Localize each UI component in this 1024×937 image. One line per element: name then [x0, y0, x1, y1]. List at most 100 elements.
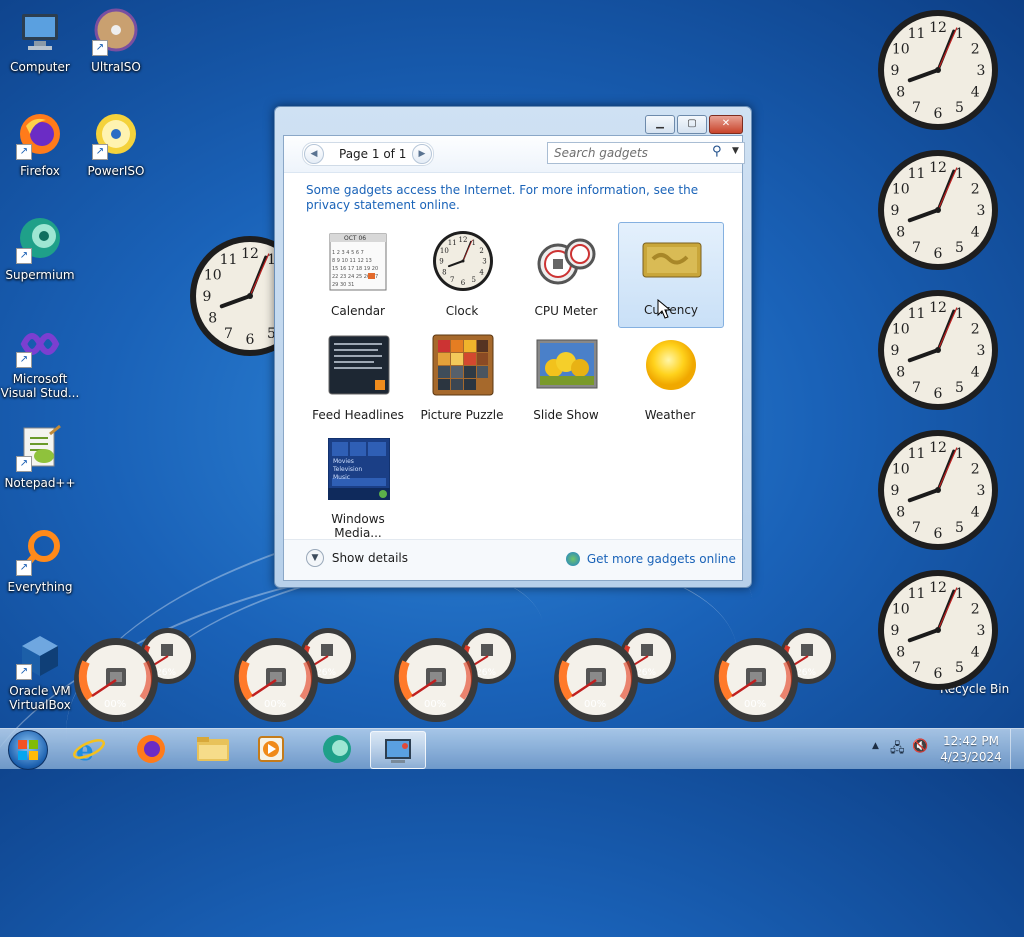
clock-date[interactable]: 4/23/2024: [940, 750, 1002, 764]
show-hidden-icons-button[interactable]: ▲: [872, 741, 879, 751]
gadget-tile-clock[interactable]: 1 2 3 4 5 6 7 8 9 10 11 12 Clock: [410, 224, 514, 328]
clock-numeral: 8: [896, 505, 905, 521]
windows-logo-icon: [18, 740, 38, 760]
clock-numeral: 6: [461, 279, 466, 287]
gadget-tile-windows-media-center[interactable]: Movies Television Music Windows Media...: [306, 432, 410, 540]
clock-numeral: 12: [929, 160, 947, 176]
cpu-meter-gadget[interactable]: 26% 00%: [392, 626, 522, 722]
cpu-meter-gadget[interactable]: 26% 00%: [552, 626, 682, 722]
clock-numeral: 7: [912, 240, 921, 256]
desktop-icon-visual-studio[interactable]: ↗ Microsoft Visual Stud...: [0, 320, 80, 400]
clock-numeral: 6: [934, 666, 943, 682]
clock-numeral: 7: [912, 100, 921, 116]
cpu-meter-gadget[interactable]: 26% 00%: [712, 626, 842, 722]
cpu-meter-gadget[interactable]: 26% 00%: [232, 626, 362, 722]
clock-numeral: 2: [971, 322, 980, 338]
search-dropdown-icon[interactable]: ▼: [732, 146, 739, 156]
get-more-gadgets-link[interactable]: Get more gadgets online: [566, 551, 736, 566]
cpu-usage-label: 00%: [744, 699, 766, 710]
clock-numeral: 6: [246, 332, 255, 348]
taskbar-firefox[interactable]: [124, 731, 178, 767]
desktop-icon-computer[interactable]: Computer: [2, 8, 78, 74]
desktop-icon-virtualbox[interactable]: ↗ Oracle VM VirtualBox: [0, 632, 80, 712]
cpu-meter-dials: 26% 00%: [234, 628, 356, 722]
clock-numeral: 3: [977, 203, 986, 219]
slideshow-icon: [536, 334, 598, 396]
show-details-button[interactable]: ▼ Show details: [306, 549, 408, 571]
desktop-icon-ultraiso[interactable]: ↗ UltraISO: [78, 8, 154, 74]
close-button[interactable]: ✕: [709, 115, 743, 134]
clock-numeral: 5: [955, 660, 964, 676]
mouse-cursor-icon: [657, 299, 671, 319]
start-button[interactable]: [8, 730, 48, 770]
weather-icon: [640, 334, 702, 396]
taskbar-media-player[interactable]: [244, 731, 298, 767]
gadget-label: Slide Show: [533, 408, 599, 422]
calendar-month-label: OCT 06: [344, 235, 367, 242]
cpu-meter-dials: 26% 00%: [554, 628, 676, 722]
gadget-tile-picture-puzzle[interactable]: Picture Puzzle: [410, 328, 514, 432]
desktop-icon-everything[interactable]: ↗ Everything: [2, 528, 78, 594]
folder-icon: [197, 737, 229, 761]
clock-numeral: 6: [934, 246, 943, 262]
maximize-button[interactable]: ▢: [677, 115, 707, 134]
search-icon[interactable]: ⚲: [712, 144, 722, 159]
previous-page-button[interactable]: ◀: [304, 144, 324, 164]
clock-numeral: 5: [472, 276, 476, 284]
supermium-icon: [323, 735, 351, 763]
next-page-button[interactable]: ▶: [412, 144, 432, 164]
clock-gadget[interactable]: 123456789101112: [876, 288, 1000, 412]
desktop-icon-notepadpp[interactable]: ↗ Notepad++: [2, 424, 78, 490]
taskbar-internet-explorer[interactable]: e: [62, 731, 116, 767]
clock-numeral: 11: [908, 26, 926, 42]
desktop-icon-firefox[interactable]: ↗ Firefox: [2, 112, 78, 178]
clock-numeral: 10: [204, 268, 222, 284]
clock-numeral: 12: [929, 300, 947, 316]
poweriso-icon: ↗: [92, 112, 140, 160]
taskbar-supermium[interactable]: [310, 731, 364, 767]
virtualbox-icon: ↗: [16, 632, 64, 680]
clock-gadget[interactable]: 123456789101112: [876, 8, 1000, 132]
memory-usage-label: 26%: [156, 668, 176, 678]
memory-usage-label: 26%: [636, 668, 656, 678]
cpu-meter-gadget[interactable]: 26% 00%: [72, 626, 202, 722]
privacy-info-link[interactable]: Some gadgets access the Internet. For mo…: [306, 183, 706, 213]
network-icon[interactable]: 🖧: [890, 739, 905, 761]
desktop-icon-label: Everything: [7, 580, 73, 594]
gadget-tile-feed-headlines[interactable]: Feed Headlines: [306, 328, 410, 432]
minimize-button[interactable]: ▁: [645, 115, 675, 134]
svg-text:1 2 3 4 5 6 7: 1 2 3 4 5 6 7: [332, 250, 364, 256]
taskbar-file-explorer[interactable]: [186, 731, 240, 767]
clock-gadget[interactable]: 123456789101112: [876, 428, 1000, 552]
gadget-tile-slide-show[interactable]: Slide Show: [514, 328, 618, 432]
gadget-tile-weather[interactable]: Weather: [618, 328, 722, 432]
clock-numeral: 3: [977, 343, 986, 359]
gadget-label: Picture Puzzle: [420, 408, 504, 422]
clock-numeral: 11: [220, 252, 238, 268]
search-gadgets-input[interactable]: Search gadgets ⚲ ▼: [547, 142, 745, 164]
clock-numeral: 6: [934, 526, 943, 542]
clock-time[interactable]: 12:42 PM: [940, 734, 1002, 748]
desktop-icon-poweriso[interactable]: ↗ PowerISO: [78, 112, 154, 178]
firefox-icon: [137, 735, 165, 763]
clock-numeral: 8: [442, 268, 446, 276]
volume-muted-icon[interactable]: 🔇: [912, 739, 928, 754]
clock-numeral: 3: [977, 63, 986, 79]
gadget-gallery-window: ▁ ▢ ✕ ◀ Page 1 of 1 ▶ Search gadgets ⚲ ▼…: [274, 106, 752, 588]
gadget-tile-calendar[interactable]: 1 2 3 4 5 6 7 8 9 10 11 12 13 15 16 17 18…: [306, 224, 410, 328]
show-desktop-button[interactable]: [1010, 729, 1023, 769]
taskbar-gadgets[interactable]: [370, 731, 426, 769]
cpu-meter-dials: 26% 00%: [394, 628, 516, 722]
desktop-icon-label: Microsoft Visual Stud...: [0, 372, 80, 400]
gadget-tile-currency[interactable]: Currency: [618, 222, 724, 328]
clock-gadget[interactable]: 123456789101112: [876, 148, 1000, 272]
svg-text:29 30 31: 29 30 31: [332, 282, 354, 288]
desktop-icon-label: Computer: [10, 60, 70, 74]
shortcut-arrow-icon: ↗: [92, 40, 108, 56]
gadget-tile-cpu-meter[interactable]: CPU Meter: [514, 224, 618, 328]
desktop-icon-supermium[interactable]: ↗ Supermium: [2, 216, 78, 282]
clock-gadget[interactable]: 123456789101112: [876, 568, 1000, 692]
media-item-movies: Movies: [333, 458, 354, 465]
cpu-meter-icon: [536, 230, 598, 292]
clock-numeral: 12: [929, 20, 947, 36]
